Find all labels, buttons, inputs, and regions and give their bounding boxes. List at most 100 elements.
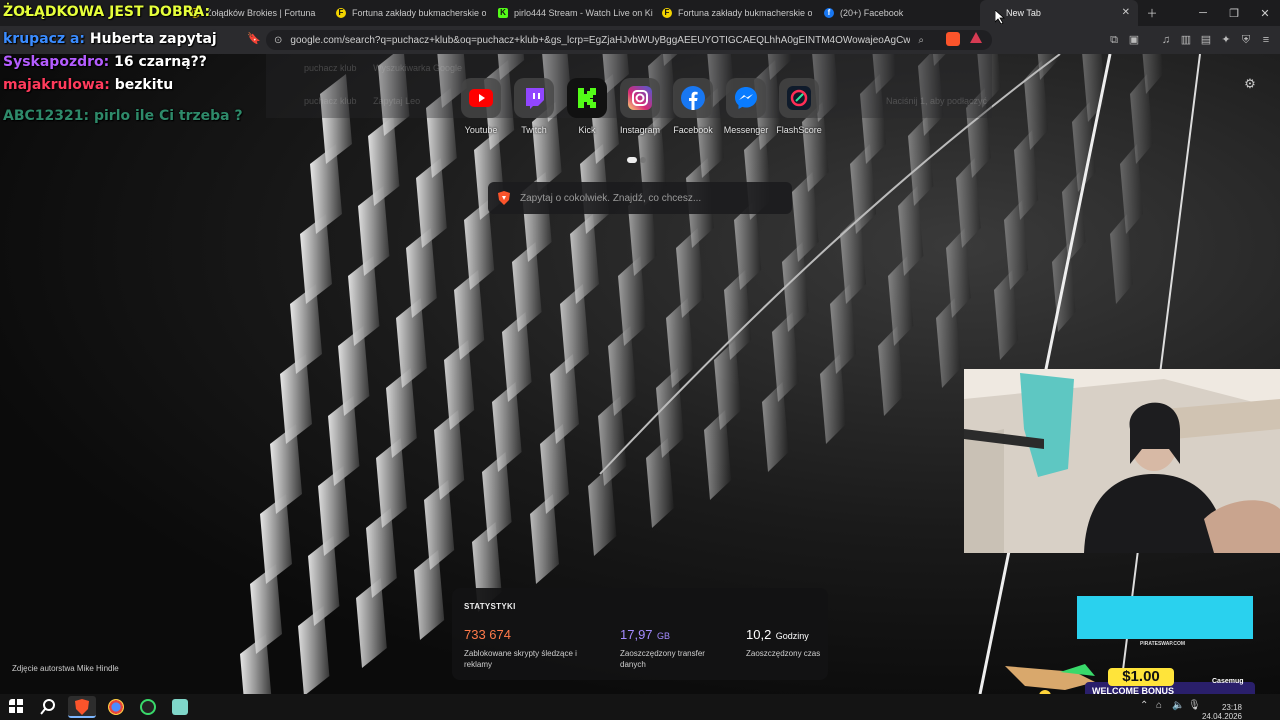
tab-4[interactable]: f (20+) Facebook [814,0,974,26]
brave-rewards-icon[interactable] [970,32,982,43]
ntp-search-box[interactable] [488,182,792,214]
facade-fin [656,368,684,458]
facade-fin [608,326,637,416]
stat-description: Zaoszczędzony czas [746,649,821,658]
stat-time: 10,2 Godziny Zaoszczędzony czas [746,626,826,659]
chrome-icon[interactable] [108,699,124,715]
shortcut-label: Twitch [521,125,547,135]
obs-icon[interactable] [140,699,156,715]
menu-icon[interactable]: ≡ [1258,32,1274,48]
facade-fin [356,578,387,668]
shortcut-kick[interactable]: Kick [562,78,612,135]
shortcut-facebook[interactable]: Facebook [668,78,718,135]
clock-date: 24.04.2026 [1201,712,1242,720]
site-info-icon[interactable]: ⊙ [274,35,282,46]
messenger-icon [735,87,757,109]
facade-fin [444,340,475,430]
url-text[interactable]: google.com/search?q=puchacz+klub&oq=puch… [290,35,910,46]
chat-username: ABC12321: [3,108,90,124]
tab-3[interactable]: F Fortuna zakłady bukmacherskie onli [652,0,812,26]
gear-icon[interactable]: ⚙ [1242,76,1258,92]
stat-value: 733 674 [464,627,511,642]
suggestion-note: Zapytaj Leo [373,96,421,106]
address-bar[interactable]: ⊙ google.com/search?q=puchacz+klub&oq=pu… [266,30,992,50]
minimize-button[interactable]: ─ [1187,0,1219,26]
shortcut-tile [620,78,660,118]
facebook-icon [681,86,705,110]
tab-label: Żołądków Brokies | Fortuna [206,8,316,18]
ntp-search-input[interactable] [520,192,780,204]
facade-fin [492,382,522,472]
twitch-icon [526,88,544,109]
page-dot-active[interactable] [627,157,637,163]
chat-text: Huberta zapytaj [89,31,217,47]
webcam-overlay [964,369,1280,553]
taskbar-brave[interactable] [68,696,96,718]
shortcut-flashscore[interactable]: FlashScore [774,78,824,135]
photo-credit[interactable]: Zdjęcie autorstwa Mike Hindle [12,664,119,673]
volume-icon[interactable]: 🔈 [1172,700,1184,711]
screenshot-icon[interactable]: ▣ [1126,32,1142,48]
brave-shields-icon[interactable] [946,32,960,46]
bookmark-icon[interactable]: 🔖 [246,31,262,47]
stat-unit: Godziny [775,631,809,641]
chat-username: majakrulowa: [3,77,110,93]
facade-fin [550,354,579,444]
chat-message: ABC12321: pirlo ile Ci trzeba ? [3,108,243,124]
close-tab-icon[interactable]: ✕ [1122,7,1130,18]
promo-banner-top [1077,596,1253,639]
tab-label: Fortuna zakłady bukmacherskie onli [352,8,486,18]
shortcut-label: Facebook [673,125,713,135]
windows-start-icon[interactable] [9,699,25,715]
shortcut-twitch[interactable]: Twitch [509,78,559,135]
facade-fin [502,312,532,402]
maximize-button[interactable]: ❐ [1218,0,1250,26]
network-icon[interactable]: ⌂ [1156,700,1162,711]
close-window-button[interactable]: ✕ [1249,0,1280,26]
mouse-cursor-icon [995,10,1005,24]
promo-brand: Casemug [1212,678,1244,685]
shortcut-tile [514,78,554,118]
wallet-icon[interactable]: ▤ [1198,32,1214,48]
suggestion-note: Wyszukiwarka Google [373,63,463,73]
stat-bandwidth: 17,97 GB Zaoszczędzony transfer danych [620,626,730,670]
sidebar-icon[interactable]: ▥ [1178,32,1194,48]
extensions-icon[interactable]: ⧉ [1106,32,1122,48]
facade-fin [646,438,674,528]
facebook-icon: f [824,8,834,18]
shortcut-youtube[interactable]: Youtube [456,78,506,135]
suggestion-row[interactable]: puchacz klub Zapytaj Leo [304,96,420,106]
system-clock[interactable]: 23:18 24.04.2026 [1202,703,1242,720]
chat-text: bezkitu [114,77,174,93]
fortuna-icon: F [336,8,346,18]
tab-2[interactable]: K pirlo444 Stream - Watch Live on Kick [488,0,653,26]
suggestion-row[interactable]: puchacz klub Wyszukiwarka Google [304,63,462,73]
page-dot[interactable] [640,157,646,163]
vpn-icon[interactable]: ⛨ [1238,32,1254,48]
new-tab-button[interactable]: ＋ [1136,0,1168,26]
promo-site-text: PIRATESWAP.COM [1140,641,1186,647]
search-icon[interactable] [40,699,56,715]
facade-fin [676,228,704,318]
tab-1[interactable]: F Fortuna zakłady bukmacherskie onli [326,0,486,26]
facade-fin [512,242,542,332]
shortcut-messenger[interactable]: Messenger [721,78,771,135]
facade-fin [416,158,447,248]
chat-message: majakrulowa: bezkitu [3,77,173,93]
notepad-icon[interactable] [172,699,188,715]
tray-chevron-icon[interactable]: ⌃ [1140,700,1148,711]
zoom-icon[interactable]: ⌕ [918,35,924,46]
brave-icon [75,699,89,715]
microphone-icon[interactable]: 🎙 [1188,700,1201,711]
suggestion-text: puchacz klub [304,63,357,73]
facade-fin [618,256,647,346]
facade-fin [396,298,427,388]
taskbar [0,694,1280,720]
leo-ai-icon[interactable]: ✦ [1218,32,1234,48]
shortcut-tile [567,78,607,118]
shortcut-instagram[interactable]: Instagram [615,78,665,135]
youtube-icon [469,89,493,107]
tab-label: Fortuna zakłady bukmacherskie onli [678,8,812,18]
media-icon[interactable]: ♫ [1158,32,1174,48]
facade-fin [588,466,617,556]
